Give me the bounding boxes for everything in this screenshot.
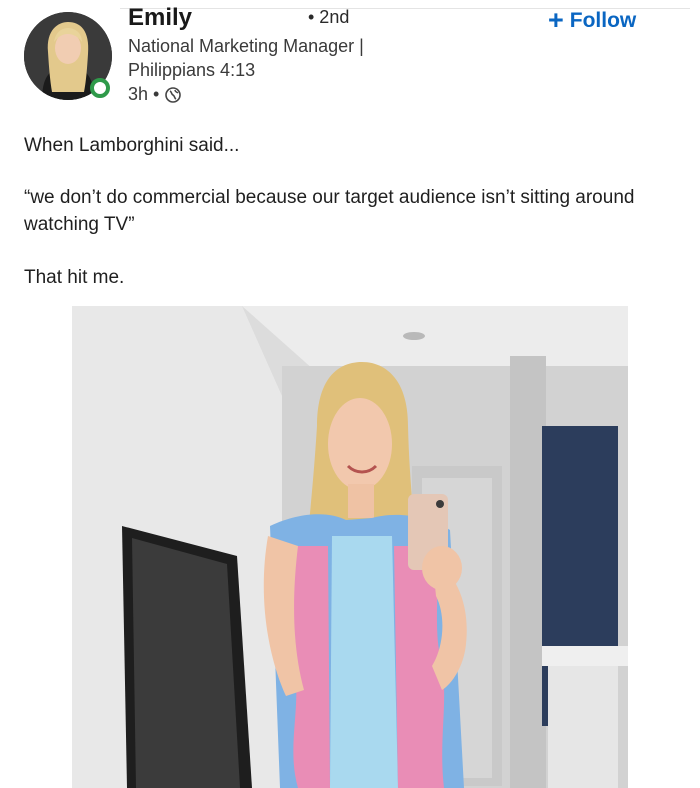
post-text-closing: That hit me.: [24, 267, 125, 288]
plus-icon: +: [548, 4, 564, 35]
post-meta: 3h •: [128, 84, 182, 105]
author-headline: National Marketing Manager | Philippians…: [128, 36, 364, 80]
post-text-line1: When Lamborghini said...: [24, 135, 240, 156]
post-timestamp: 3h •: [128, 84, 160, 104]
online-presence-indicator: [90, 78, 110, 98]
author-avatar-wrap[interactable]: [24, 12, 112, 100]
post-image[interactable]: [72, 306, 628, 788]
globe-icon: [165, 86, 182, 103]
post-text-quote: “we don’t do commercial because our targ…: [24, 187, 635, 235]
follow-label: Follow: [569, 9, 637, 32]
follow-button[interactable]: + Follow: [548, 6, 636, 36]
connection-degree: • 2nd: [308, 7, 350, 27]
author-name[interactable]: Emily: [128, 4, 192, 32]
